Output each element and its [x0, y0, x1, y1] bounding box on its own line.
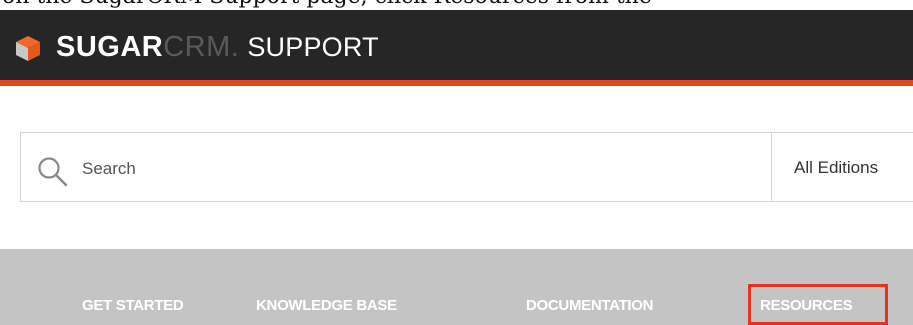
nav-get-started[interactable]: GET STARTED — [82, 296, 184, 316]
instruction-caption-text: on the SugarCRM Support page, click Reso… — [2, 0, 652, 9]
search-icon[interactable] — [36, 155, 70, 189]
search-divider — [771, 132, 772, 202]
resources-highlight-box — [748, 284, 888, 325]
brand-sugar: SUGAR — [56, 31, 164, 63]
nav-knowledge-base[interactable]: KNOWLEDGE BASE — [256, 296, 397, 316]
instruction-caption: on the SugarCRM Support page, click Reso… — [0, 0, 913, 10]
search-input[interactable] — [80, 148, 734, 190]
sugarcube-logo-icon — [16, 36, 40, 61]
brand-crm: CRM — [163, 31, 231, 63]
brand-support: SUPPORT — [247, 32, 379, 62]
brand-dot: . — [230, 31, 240, 63]
header-accent-bar — [0, 80, 913, 86]
site-brand[interactable]: SUGARCRM. SUPPORT — [56, 30, 379, 64]
nav-documentation[interactable]: DOCUMENTATION — [526, 296, 654, 316]
editions-dropdown[interactable]: All Editions — [794, 158, 878, 178]
